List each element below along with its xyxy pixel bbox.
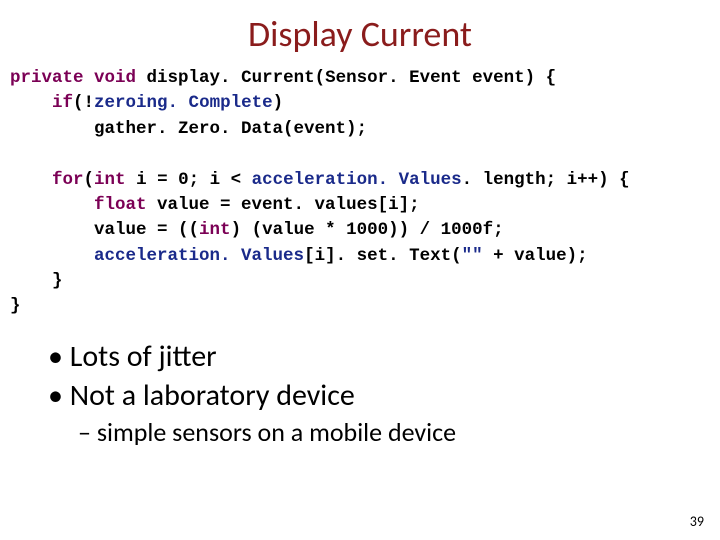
kw-private: private bbox=[10, 68, 84, 88]
field-ref: zeroing. Complete bbox=[94, 93, 273, 113]
kw-for: for bbox=[52, 170, 84, 190]
bullet-list: Lots of jitter Not a laboratory device s… bbox=[20, 338, 700, 448]
code-indent bbox=[10, 170, 52, 190]
bullet-item: Lots of jitter bbox=[48, 338, 700, 375]
code-text: . length; i++) { bbox=[462, 170, 630, 190]
string-literal: "" bbox=[462, 246, 483, 266]
slide: Display Current private void display. Cu… bbox=[0, 0, 720, 540]
code-text: } bbox=[10, 271, 63, 291]
field-ref: acceleration. Values bbox=[252, 170, 462, 190]
code-indent bbox=[10, 220, 94, 240]
slide-title: Display Current bbox=[20, 12, 700, 56]
field-ref: acceleration. Values bbox=[94, 246, 304, 266]
code-text: ) (value * 1000)) / 1000f; bbox=[231, 220, 504, 240]
kw-if: if bbox=[52, 93, 73, 113]
code-text: + value); bbox=[483, 246, 588, 266]
code-text: value = (( bbox=[94, 220, 199, 240]
code-text: } bbox=[10, 296, 21, 316]
code-text: [i]. set. Text( bbox=[304, 246, 462, 266]
kw-float: float bbox=[94, 195, 147, 215]
code-indent bbox=[10, 93, 52, 113]
page-number: 39 bbox=[690, 513, 704, 530]
code-text: (! bbox=[73, 93, 94, 113]
kw-int: int bbox=[94, 170, 126, 190]
kw-void: void bbox=[94, 68, 136, 88]
code-text: display. Current(Sensor. Event event) { bbox=[136, 68, 556, 88]
bullet-item: Not a laboratory device bbox=[48, 377, 700, 414]
kw-int: int bbox=[199, 220, 231, 240]
code-indent bbox=[10, 195, 94, 215]
code-text: ( bbox=[84, 170, 95, 190]
sub-bullet-item: simple sensors on a mobile device bbox=[78, 416, 700, 448]
code-text: ) bbox=[273, 93, 284, 113]
code-block: private void display. Current(Sensor. Ev… bbox=[10, 66, 700, 320]
code-text: i = 0; i < bbox=[126, 170, 252, 190]
code-text: gather. Zero. Data(event); bbox=[10, 119, 367, 139]
code-indent bbox=[10, 246, 94, 266]
code-text: value = event. values[i]; bbox=[147, 195, 420, 215]
